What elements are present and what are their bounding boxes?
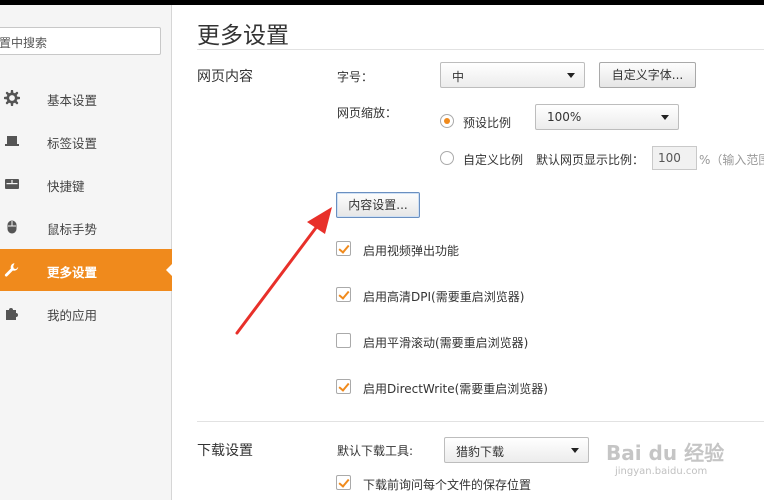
default-ratio-input[interactable]: 100 [652,146,697,170]
download-tool-value: 猎豹下载 [456,445,505,459]
content-settings-button[interactable]: 内容设置... [336,192,420,218]
smooth-scroll-checkbox[interactable] [336,333,351,348]
watermark-url: jingyan.baidu.com [615,466,708,477]
font-size-value: 中 [452,70,465,84]
sidebar-item-more-settings[interactable]: 更多设置 [0,249,172,291]
sidebar-item-label: 标签设置 [47,136,98,151]
custom-ratio-label: 自定义比例 [463,153,524,167]
option-label: 启用高清DPI(需要重启浏览器) [363,290,525,304]
title-divider [197,49,764,50]
font-size-select[interactable]: 中 [440,62,585,88]
sidebar-item-my-apps[interactable]: 我的应用 [0,292,172,334]
sidebar-item-label: 基本设置 [47,93,98,108]
high-dpi-checkbox[interactable] [336,287,351,302]
ask-save-location-checkbox[interactable] [336,475,351,490]
gear-icon [4,90,20,106]
default-ratio-label: 默认网页显示比例： [536,153,645,167]
section-divider [197,421,764,422]
baidu-jingyan-watermark: Bai du 经验 jingyan.baidu.com [588,423,764,500]
preset-ratio-label: 预设比例 [463,116,512,130]
download-tool-label: 默认下载工具: [337,444,414,458]
puzzle-icon [6,308,18,320]
chevron-down-icon [661,115,669,120]
sidebar-item-shortcuts[interactable]: 快捷键 [0,163,172,205]
sidebar-item-label: 快捷键 [47,179,85,194]
sidebar-item-label: 更多设置 [47,265,98,280]
custom-font-button[interactable]: 自定义字体... [599,62,696,88]
zoom-label: 网页缩放： [337,106,398,120]
sidebar-item-tab-settings[interactable]: 标签设置 [0,120,172,162]
preset-ratio-value: 100% [547,110,582,124]
option-label: 启用视频弹出功能 [363,244,460,258]
download-tool-select[interactable]: 猎豹下载 [444,437,589,463]
mouse-icon [7,220,17,234]
video-popup-checkbox[interactable] [336,241,351,256]
chevron-down-icon [571,448,579,453]
font-size-label: 字号： [337,70,374,84]
page-title: 更多设置 [197,23,289,49]
sidebar-item-label: 鼠标手势 [47,222,98,237]
settings-search-input[interactable]: 置中搜索 [0,27,161,55]
web-content-section-title: 网页内容 [197,69,253,85]
sidebar-item-label: 我的应用 [47,308,98,323]
keyboard-icon [5,179,19,189]
percent-hint: %（输入范围 [699,153,764,167]
custom-ratio-radio[interactable] [440,151,454,165]
download-section-title: 下载设置 [197,443,253,459]
laptop-icon [5,136,19,146]
sidebar-item-basic-settings[interactable]: 基本设置 [0,77,172,119]
directwrite-checkbox[interactable] [336,379,351,394]
wrench-icon [4,263,19,277]
sidebar-item-mouse-gestures[interactable]: 鼠标手势 [0,206,172,248]
chevron-down-icon [567,73,575,78]
preset-ratio-radio[interactable] [440,114,454,128]
search-placeholder: 置中搜索 [0,36,48,50]
default-ratio-value: 100 [658,151,681,165]
ask-save-location-label: 下载前询问每个文件的保存位置 [363,478,532,492]
option-label: 启用DirectWrite(需要重启浏览器) [363,382,548,396]
sidebar: 置中搜索 基本设置 标签设置 快捷键 鼠标手势 更多设置 我的应用 [0,5,172,500]
preset-ratio-select[interactable]: 100% [535,104,679,130]
option-label: 启用平滑滚动(需要重启浏览器) [363,336,529,350]
watermark-brand: Bai du 经验 [606,441,725,465]
